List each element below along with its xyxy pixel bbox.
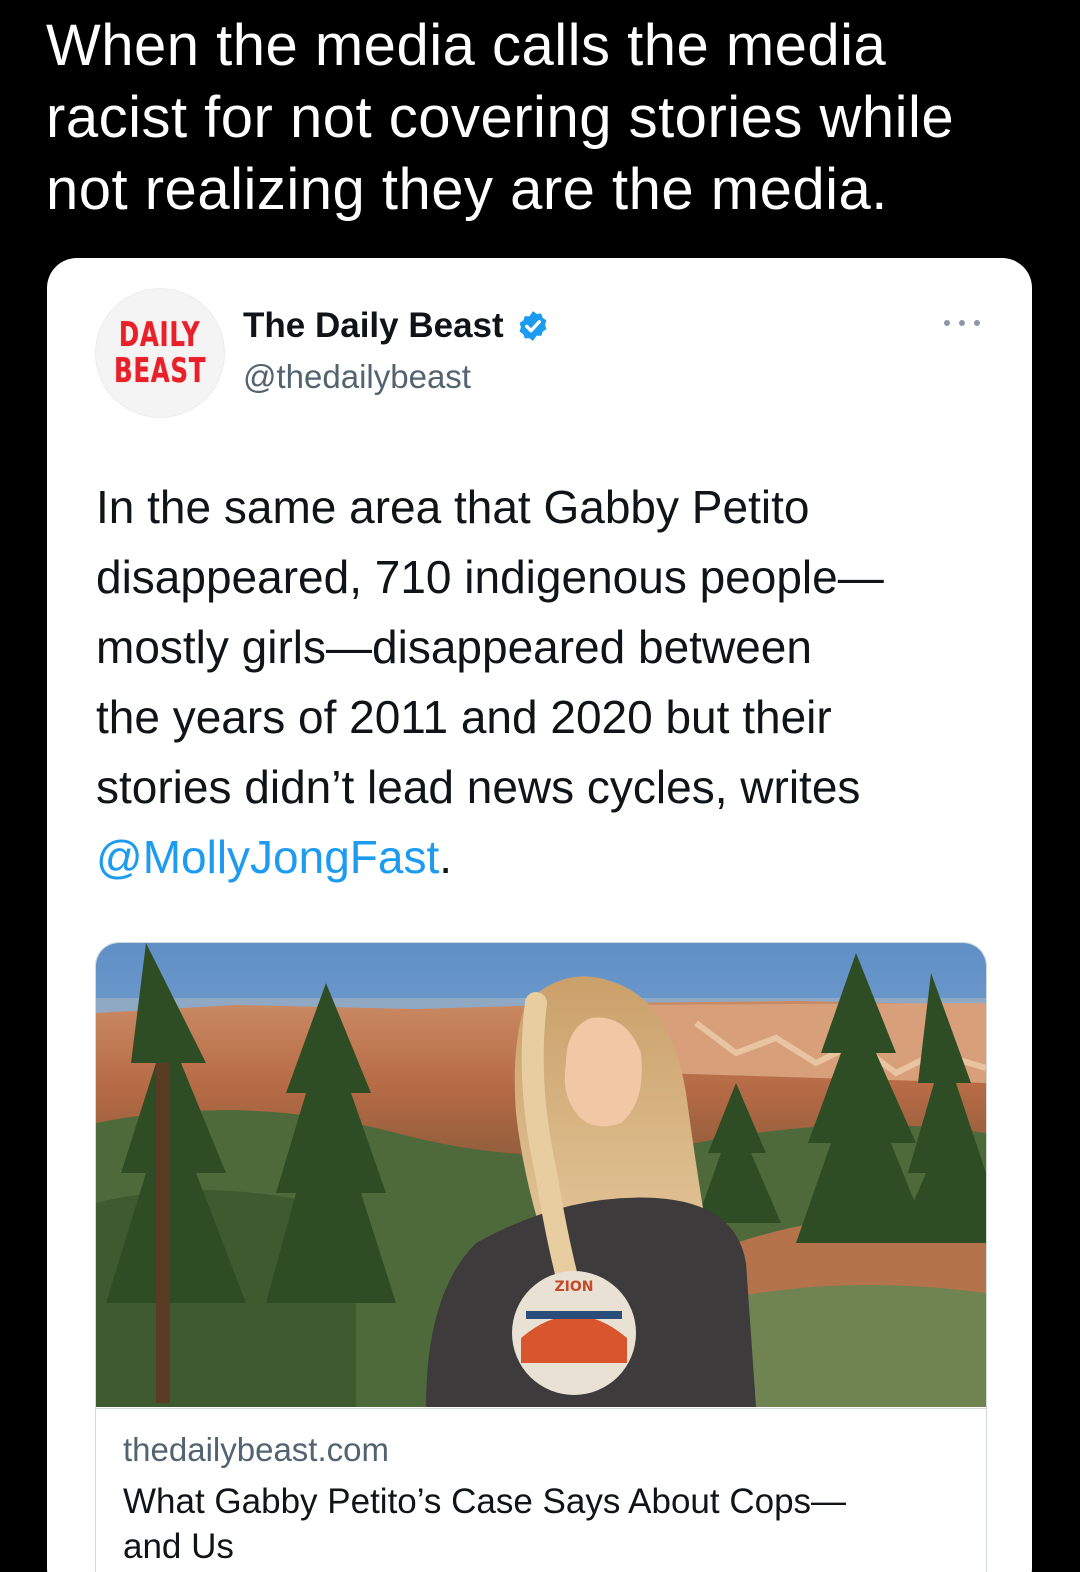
meme-caption: When the media calls the media racist fo… — [46, 10, 1046, 226]
tweet-text: In the same area that Gabby Petito disap… — [96, 472, 1006, 892]
mention-suffix: . — [439, 831, 453, 883]
account-handle[interactable]: @thedailybeast — [243, 358, 471, 396]
link-title-line: and Us — [123, 1527, 234, 1566]
account-name-row[interactable]: The Daily Beast — [243, 306, 550, 346]
tweet-text-line: the years of 2011 and 2020 but their — [96, 691, 832, 743]
tweet-text-line: In the same area that Gabby Petito — [96, 481, 810, 533]
account-name[interactable]: The Daily Beast — [243, 306, 504, 346]
meme-screenshot: When the media calls the media racist fo… — [0, 0, 1080, 1572]
link-preview-card[interactable]: ZION thedailybeast.com What Gabby Petito… — [95, 942, 987, 1572]
link-title[interactable]: What Gabby Petito’s Case Says About Cops… — [123, 1479, 943, 1569]
article-photo-image[interactable]: ZION — [96, 943, 986, 1407]
tweet-text-line: mostly girls—disappeared between — [96, 621, 812, 673]
link-domain: thedailybeast.com — [123, 1431, 389, 1468]
link-preview-meta[interactable]: thedailybeast.com What Gabby Petito’s Ca… — [96, 1408, 986, 1566]
more-options-icon[interactable] — [944, 316, 980, 330]
mention-link[interactable]: @MollyJongFast — [96, 831, 439, 883]
avatar-logo-line: DAILY — [119, 315, 201, 355]
caption-line: racist for not covering stories while — [46, 85, 955, 150]
avatar-logo-line: BEAST — [113, 351, 207, 391]
link-title-line: What Gabby Petito’s Case Says About Cops… — [123, 1482, 847, 1521]
tweet-text-line: disappeared, 710 indigenous people— — [96, 551, 884, 603]
tweet-text-line: @MollyJongFast. — [96, 822, 1006, 892]
verified-badge-icon — [519, 311, 547, 341]
shirt-text: ZION — [555, 1279, 594, 1295]
avatar[interactable]: DAILY BEAST — [95, 288, 225, 418]
embedded-tweet[interactable]: DAILY BEAST The Daily Beast @thedailybea… — [47, 258, 1032, 1572]
caption-line: When the media calls the media — [46, 13, 887, 78]
tweet-text-line: stories didn’t lead news cycles, writes — [96, 761, 861, 813]
caption-line: not realizing they are the media. — [46, 157, 888, 222]
